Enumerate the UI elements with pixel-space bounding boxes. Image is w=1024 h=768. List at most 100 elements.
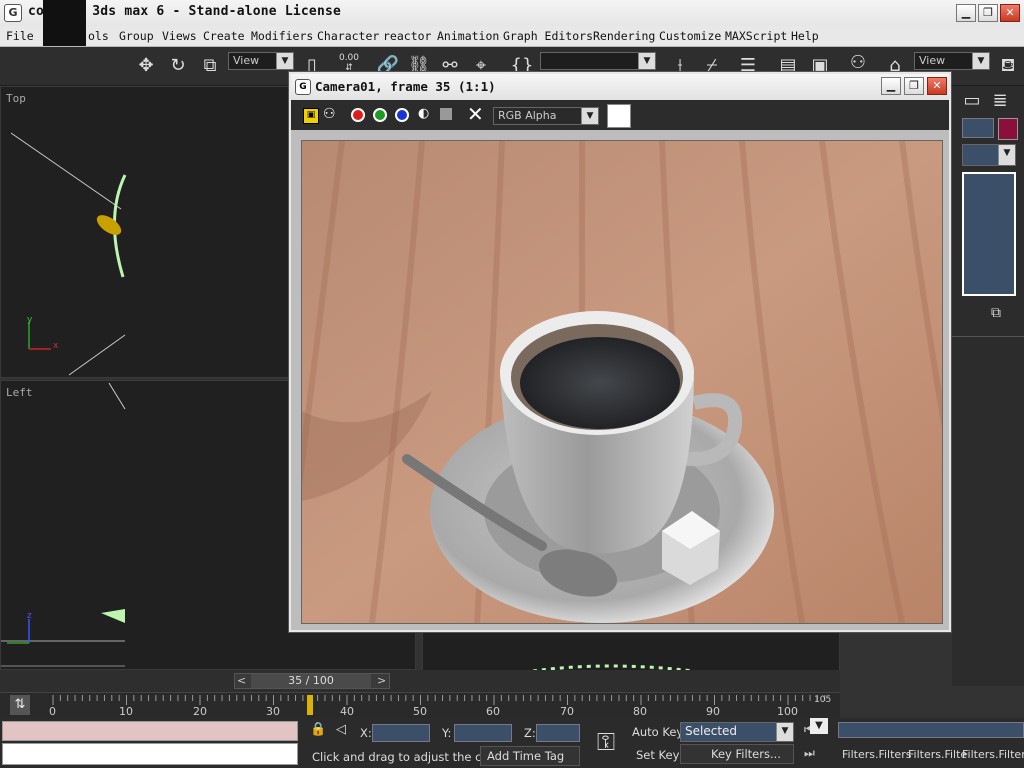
tick-label: 60 xyxy=(486,705,500,718)
viewport-perspective[interactable] xyxy=(422,632,840,672)
render-window-toolbar: ▣ ⚇ ◐ ✕ RGB Alpha ▼ xyxy=(291,100,949,130)
reference-coord-dropdown[interactable]: View ▼ xyxy=(228,52,294,70)
blue-channel-icon[interactable] xyxy=(395,108,409,122)
maxscript-input[interactable] xyxy=(2,743,298,765)
render-maximize-button[interactable]: ❐ xyxy=(904,77,924,95)
close-button[interactable]: ✕ xyxy=(1000,4,1020,22)
filters-text-1: Filters.Filters xyxy=(842,748,912,761)
menu-file[interactable]: File xyxy=(6,29,34,43)
absolute-mode-icon[interactable]: ◁ xyxy=(336,722,346,737)
tick-label: 0 xyxy=(49,705,56,718)
chevron-down-icon: ▼ xyxy=(581,108,598,124)
menu-rendering[interactable]: Rendering xyxy=(593,29,655,43)
named-selection-dropdown[interactable]: ▼ xyxy=(540,52,656,70)
menu-graph-editors[interactable]: Graph Editors xyxy=(503,29,593,43)
tick-label: 90 xyxy=(706,705,720,718)
set-key-button[interactable]: Set Key xyxy=(636,748,679,762)
scale-icon[interactable]: ⧉ xyxy=(197,53,223,79)
tick-label: 50 xyxy=(413,705,427,718)
menu-maxscript[interactable]: MAXScript xyxy=(725,29,787,43)
channel-select-value: RGB Alpha xyxy=(498,109,557,122)
render-window-titlebar[interactable]: G Camera01, frame 35 (1:1) ▁ ❐ ✕ xyxy=(291,74,949,101)
prev-frame-icon[interactable]: ⏭ xyxy=(804,746,815,761)
key-selection-value: Selected xyxy=(685,724,738,738)
z-coordinate-field[interactable] xyxy=(536,724,580,742)
green-channel-icon[interactable] xyxy=(373,108,387,122)
lock-icon[interactable]: 🔒 xyxy=(310,722,326,737)
utilities-icon[interactable]: ≣ xyxy=(990,88,1010,114)
move-icon[interactable]: ✥ xyxy=(133,53,159,79)
render-window-icon: G xyxy=(295,79,311,95)
redacted-block xyxy=(43,0,86,46)
render-view-dropdown[interactable]: View ▼ xyxy=(914,52,990,70)
menu-reactor[interactable]: reactor xyxy=(383,29,431,43)
clone-window-icon[interactable]: ⚇ xyxy=(323,106,336,122)
menu-character[interactable]: Character xyxy=(317,29,379,43)
object-color-swatch[interactable] xyxy=(998,118,1018,140)
channel-select-dropdown[interactable]: RGB Alpha ▼ xyxy=(493,107,599,125)
monochrome-icon[interactable] xyxy=(440,108,452,120)
y-coordinate-field[interactable] xyxy=(454,724,512,742)
render-window-title: Camera01, frame 35 (1:1) xyxy=(315,79,496,94)
axis-x-label: x xyxy=(53,341,59,351)
key-selection-dropdown[interactable]: Selected ▼ xyxy=(680,722,794,742)
menu-create[interactable]: Create xyxy=(203,29,245,43)
rendered-image xyxy=(301,140,943,624)
maximize-button[interactable]: ❐ xyxy=(978,4,998,22)
menu-tools[interactable]: ols xyxy=(88,29,109,43)
filters-text-2: Filters.Filte xyxy=(908,748,968,761)
color-swatch[interactable] xyxy=(607,104,631,128)
status-bar: 🔒 ◁ X: Y: Z: Click and drag to adjust th… xyxy=(0,718,1024,768)
clear-icon[interactable]: ✕ xyxy=(467,102,484,126)
auto-key-button[interactable]: Auto Key xyxy=(632,725,683,739)
chevron-down-icon: ▼ xyxy=(972,53,989,69)
configure-sets-icon[interactable]: ⧉ xyxy=(984,300,1008,326)
time-prev-arrow[interactable]: < xyxy=(237,674,246,687)
tick-label: 30 xyxy=(266,705,280,718)
x-coordinate-field[interactable] xyxy=(372,724,430,742)
chevron-down-icon: ▼ xyxy=(276,53,293,69)
menu-group[interactable]: Group xyxy=(119,29,154,43)
time-config-dropdown[interactable]: ▼ xyxy=(810,718,828,734)
chevron-down-icon: ▼ xyxy=(998,145,1015,165)
menu-customize[interactable]: Customize xyxy=(659,29,721,43)
axis-z-label: z xyxy=(27,611,32,621)
time-slider-thumb[interactable]: 35 / 100 xyxy=(251,674,371,688)
set-key-icon[interactable]: ⚿ xyxy=(586,722,626,762)
tick-label: 20 xyxy=(193,705,207,718)
spinner-value: 0.00 xyxy=(338,53,360,63)
key-filters-button[interactable]: Key Filters... xyxy=(680,744,794,764)
render-frame-window[interactable]: G Camera01, frame 35 (1:1) ▁ ❐ ✕ ▣ ⚇ ◐ ✕… xyxy=(289,72,951,632)
panel-divider xyxy=(952,336,1024,337)
perspective-scene xyxy=(532,664,694,671)
reference-coord-value: View xyxy=(233,54,260,67)
object-name-field[interactable] xyxy=(962,118,994,138)
menu-modifiers[interactable]: Modifiers xyxy=(251,29,313,43)
menu-animation[interactable]: Animation xyxy=(437,29,499,43)
modifier-list-dropdown[interactable]: ▼ xyxy=(962,144,1016,166)
rotate-icon[interactable]: ↻ xyxy=(165,53,191,79)
display-icon[interactable]: ▭ xyxy=(962,88,982,114)
red-channel-icon[interactable] xyxy=(351,108,365,122)
time-next-arrow[interactable]: > xyxy=(377,674,386,687)
minimize-button[interactable]: ▁ xyxy=(956,4,976,22)
current-frame-marker[interactable] xyxy=(307,695,314,715)
save-icon[interactable]: ▣ xyxy=(303,108,319,124)
alpha-channel-icon[interactable]: ◐ xyxy=(418,106,429,121)
menu-help[interactable]: Help xyxy=(791,29,819,43)
maxscript-listener-mini[interactable] xyxy=(2,721,298,741)
filters-text-3: Filters.Filter xyxy=(962,748,1024,761)
render-close-button[interactable]: ✕ xyxy=(927,77,947,95)
time-slider[interactable]: < 35 / 100 > xyxy=(234,673,390,689)
y-label: Y: xyxy=(442,726,452,740)
command-panel: ▭ ≣ ▼ ⧉ xyxy=(952,86,1024,686)
add-time-tag-button[interactable]: Add Time Tag xyxy=(480,746,580,766)
timeline-field[interactable] xyxy=(838,722,1024,738)
modifier-stack[interactable] xyxy=(962,172,1016,296)
menu-views[interactable]: Views xyxy=(162,29,197,43)
quick-render-icon[interactable]: ⛾ xyxy=(995,53,1021,79)
track-bar[interactable]: ⇅ 0 10 20 30 40 50 60 70 80 90 100 105 xyxy=(0,692,840,719)
app-icon[interactable]: G xyxy=(4,4,22,22)
render-minimize-button[interactable]: ▁ xyxy=(881,77,901,95)
add-time-tag-label: Add Time Tag xyxy=(487,749,565,763)
